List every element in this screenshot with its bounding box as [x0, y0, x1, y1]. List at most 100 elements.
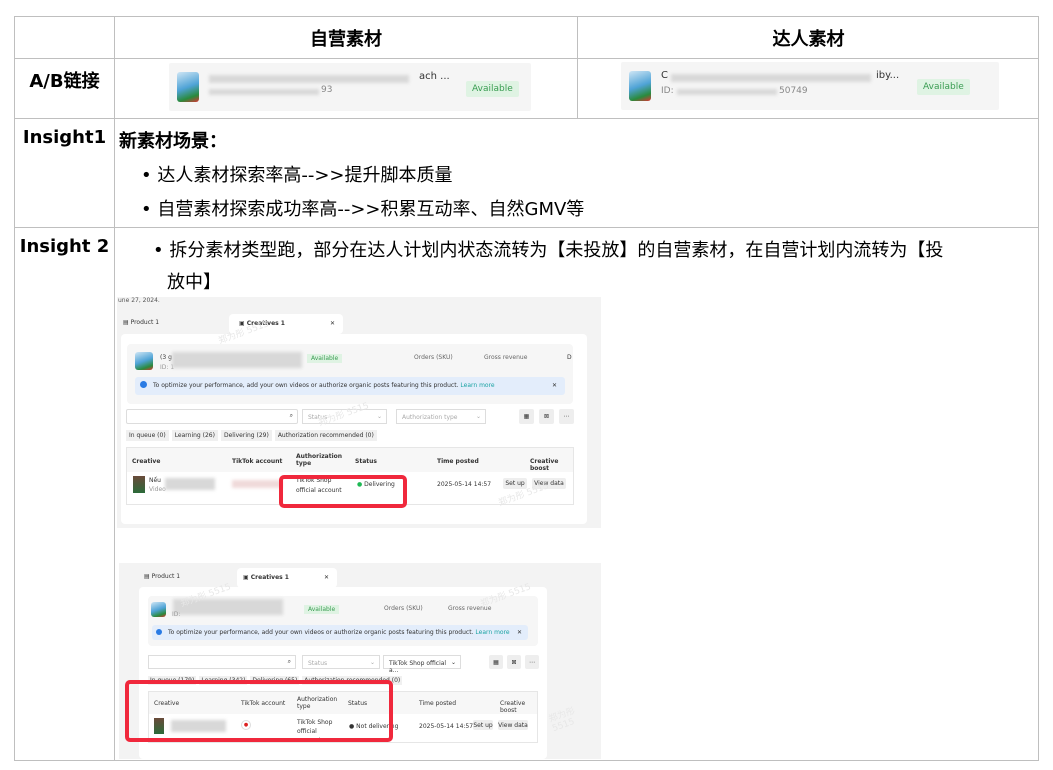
blurred-id: [209, 89, 319, 95]
authorization-filter[interactable]: TikTok Shop official a...⌄: [383, 655, 461, 669]
column-header: Time posted: [437, 458, 479, 465]
bullet-text-continued: 放中】: [167, 268, 221, 294]
ab-left-cell: ach ... 93 Available: [115, 59, 578, 119]
filter-tab[interactable]: Learning (26): [172, 430, 218, 441]
product-title-tail: iby...: [876, 70, 899, 81]
screenshot-self-plan: une 27, 2024. ▤ Product 1 ▣ Creatives 1✕…: [117, 297, 601, 528]
time-posted: 2025-05-14 14:57: [419, 723, 473, 730]
chevron-down-icon: ⌄: [370, 659, 375, 666]
search-icon: ⌕: [288, 658, 291, 666]
info-banner: To optimize your performance, add your o…: [152, 625, 528, 640]
info-icon: [156, 629, 162, 635]
revenue-value: D: [567, 354, 572, 361]
tab-label: Creatives 1: [251, 574, 289, 581]
creative-thumbnail: [133, 476, 145, 493]
set-up-button[interactable]: Set up: [473, 720, 493, 730]
status-badge: Available: [307, 354, 342, 363]
time-posted: 2025-05-14 14:57: [437, 481, 491, 488]
chevron-down-icon: ⌄: [451, 659, 456, 666]
column-header: Creative boost: [500, 700, 537, 714]
header-empty: [15, 17, 115, 59]
orders-label: Orders (SKU): [384, 605, 423, 612]
column-header: Status: [355, 458, 377, 465]
column-header: Creative: [132, 458, 160, 465]
filter-tab[interactable]: In queue (0): [126, 430, 169, 441]
filter-label: Authorization type: [402, 414, 458, 421]
tab-product[interactable]: ▤ Product 1: [123, 319, 159, 326]
product-card[interactable]: C iby... ID: 50749 Available: [621, 62, 999, 110]
tab-label: Product 1: [131, 319, 160, 326]
product-summary: ID: Available Orders (SKU) Gross revenue…: [148, 596, 538, 646]
search-input[interactable]: ⌕: [148, 655, 296, 669]
status-badge: Available: [304, 605, 339, 614]
authorization-filter[interactable]: Authorization type ⌄: [396, 409, 486, 424]
close-icon[interactable]: ✕: [517, 629, 522, 636]
column-header: Creative boost: [530, 458, 573, 472]
status-badge: Available: [917, 79, 970, 95]
product-thumbnail: [135, 352, 153, 370]
watermark: 郑为彤 5515: [547, 695, 601, 734]
status-badge: Available: [466, 81, 519, 97]
product-title-tail: ach ...: [419, 71, 450, 82]
blurred-account: [232, 480, 282, 488]
insight1-heading: 新素材场景：: [119, 127, 227, 153]
highlight-box: [279, 475, 407, 508]
more-button[interactable]: ⋯: [559, 409, 574, 424]
search-icon: ⌕: [290, 412, 293, 420]
product-card[interactable]: ach ... 93 Available: [169, 63, 531, 111]
bullet-text: 达人素材探索率高-->>提升脚本质量: [157, 165, 452, 186]
filter-tab[interactable]: Authorization recommended (0): [275, 430, 377, 441]
filter-tab[interactable]: Delivering (29): [221, 430, 272, 441]
filter-label: TikTok Shop official a...: [389, 660, 446, 674]
product-thumbnail: [177, 72, 199, 102]
chevron-down-icon: ⌄: [476, 413, 481, 420]
header-creator-material: 达人素材: [578, 17, 1039, 59]
insight1-bullet: • 达人素材探索率高-->>提升脚本质量: [141, 161, 453, 187]
column-header: Time posted: [419, 700, 456, 707]
creative-title: Nếu: [149, 477, 161, 484]
export-button[interactable]: ⊠: [507, 655, 521, 669]
banner-text: To optimize your performance, add your o…: [168, 629, 473, 636]
table-settings-button[interactable]: ▦: [489, 655, 503, 669]
bullet-text: 拆分素材类型跑，部分在达人计划内状态流转为【未投放】的自营素材，在自营计划内流转…: [169, 240, 943, 261]
blurred-title: [209, 75, 409, 83]
blurred-id: [677, 89, 777, 95]
column-header: Authorization type: [296, 453, 341, 467]
ab-right-cell: C iby... ID: 50749 Available: [578, 59, 1039, 119]
product-thumbnail: [629, 71, 651, 101]
row-label-insight2: Insight 2: [15, 228, 115, 761]
close-icon[interactable]: ✕: [330, 320, 335, 327]
tab-creatives[interactable]: ▣ Creatives 1✕: [237, 568, 337, 588]
product-thumbnail: [151, 602, 166, 617]
product-title: (3 g: [160, 354, 172, 361]
blurred-creative: [165, 478, 215, 490]
row-label-ab: A/B链接: [15, 59, 115, 119]
product-id: ID:: [172, 611, 180, 618]
orders-label: Orders (SKU): [414, 354, 453, 361]
product-title-head: C: [661, 70, 668, 81]
chevron-down-icon: ⌄: [377, 413, 382, 420]
search-input[interactable]: ⌕: [126, 409, 298, 424]
view-data-button[interactable]: View data: [498, 720, 528, 730]
info-icon: [140, 381, 147, 388]
row-label-insight1: Insight1: [15, 119, 115, 228]
revenue-label: Gross revenue: [484, 354, 527, 361]
status-filter[interactable]: Status ⌄: [302, 655, 380, 669]
tab-product[interactable]: ▤ Product 1: [144, 573, 180, 580]
blurred-title: [172, 352, 302, 368]
table-settings-button[interactable]: ▦: [519, 409, 534, 424]
learn-more-link[interactable]: Learn more: [460, 382, 494, 389]
insight1-bullet: • 自营素材探索成功率高-->>积累互动率、自然GMV等: [141, 195, 584, 221]
banner-text: To optimize your performance, add your o…: [153, 382, 458, 389]
export-button[interactable]: ⊠: [539, 409, 554, 424]
learn-more-link[interactable]: Learn more: [475, 629, 509, 636]
close-icon[interactable]: ✕: [552, 382, 557, 389]
table-header: [127, 448, 573, 472]
filter-label: Status: [308, 660, 327, 667]
filter-tabs: In queue (0) Learning (26) Delivering (2…: [126, 430, 377, 441]
highlight-box: [125, 680, 393, 742]
more-button[interactable]: ⋯: [525, 655, 539, 669]
bullet-text: 自营素材探索成功率高-->>积累互动率、自然GMV等: [157, 199, 584, 220]
date-text: une 27, 2024.: [118, 297, 160, 304]
close-icon[interactable]: ✕: [324, 574, 329, 581]
